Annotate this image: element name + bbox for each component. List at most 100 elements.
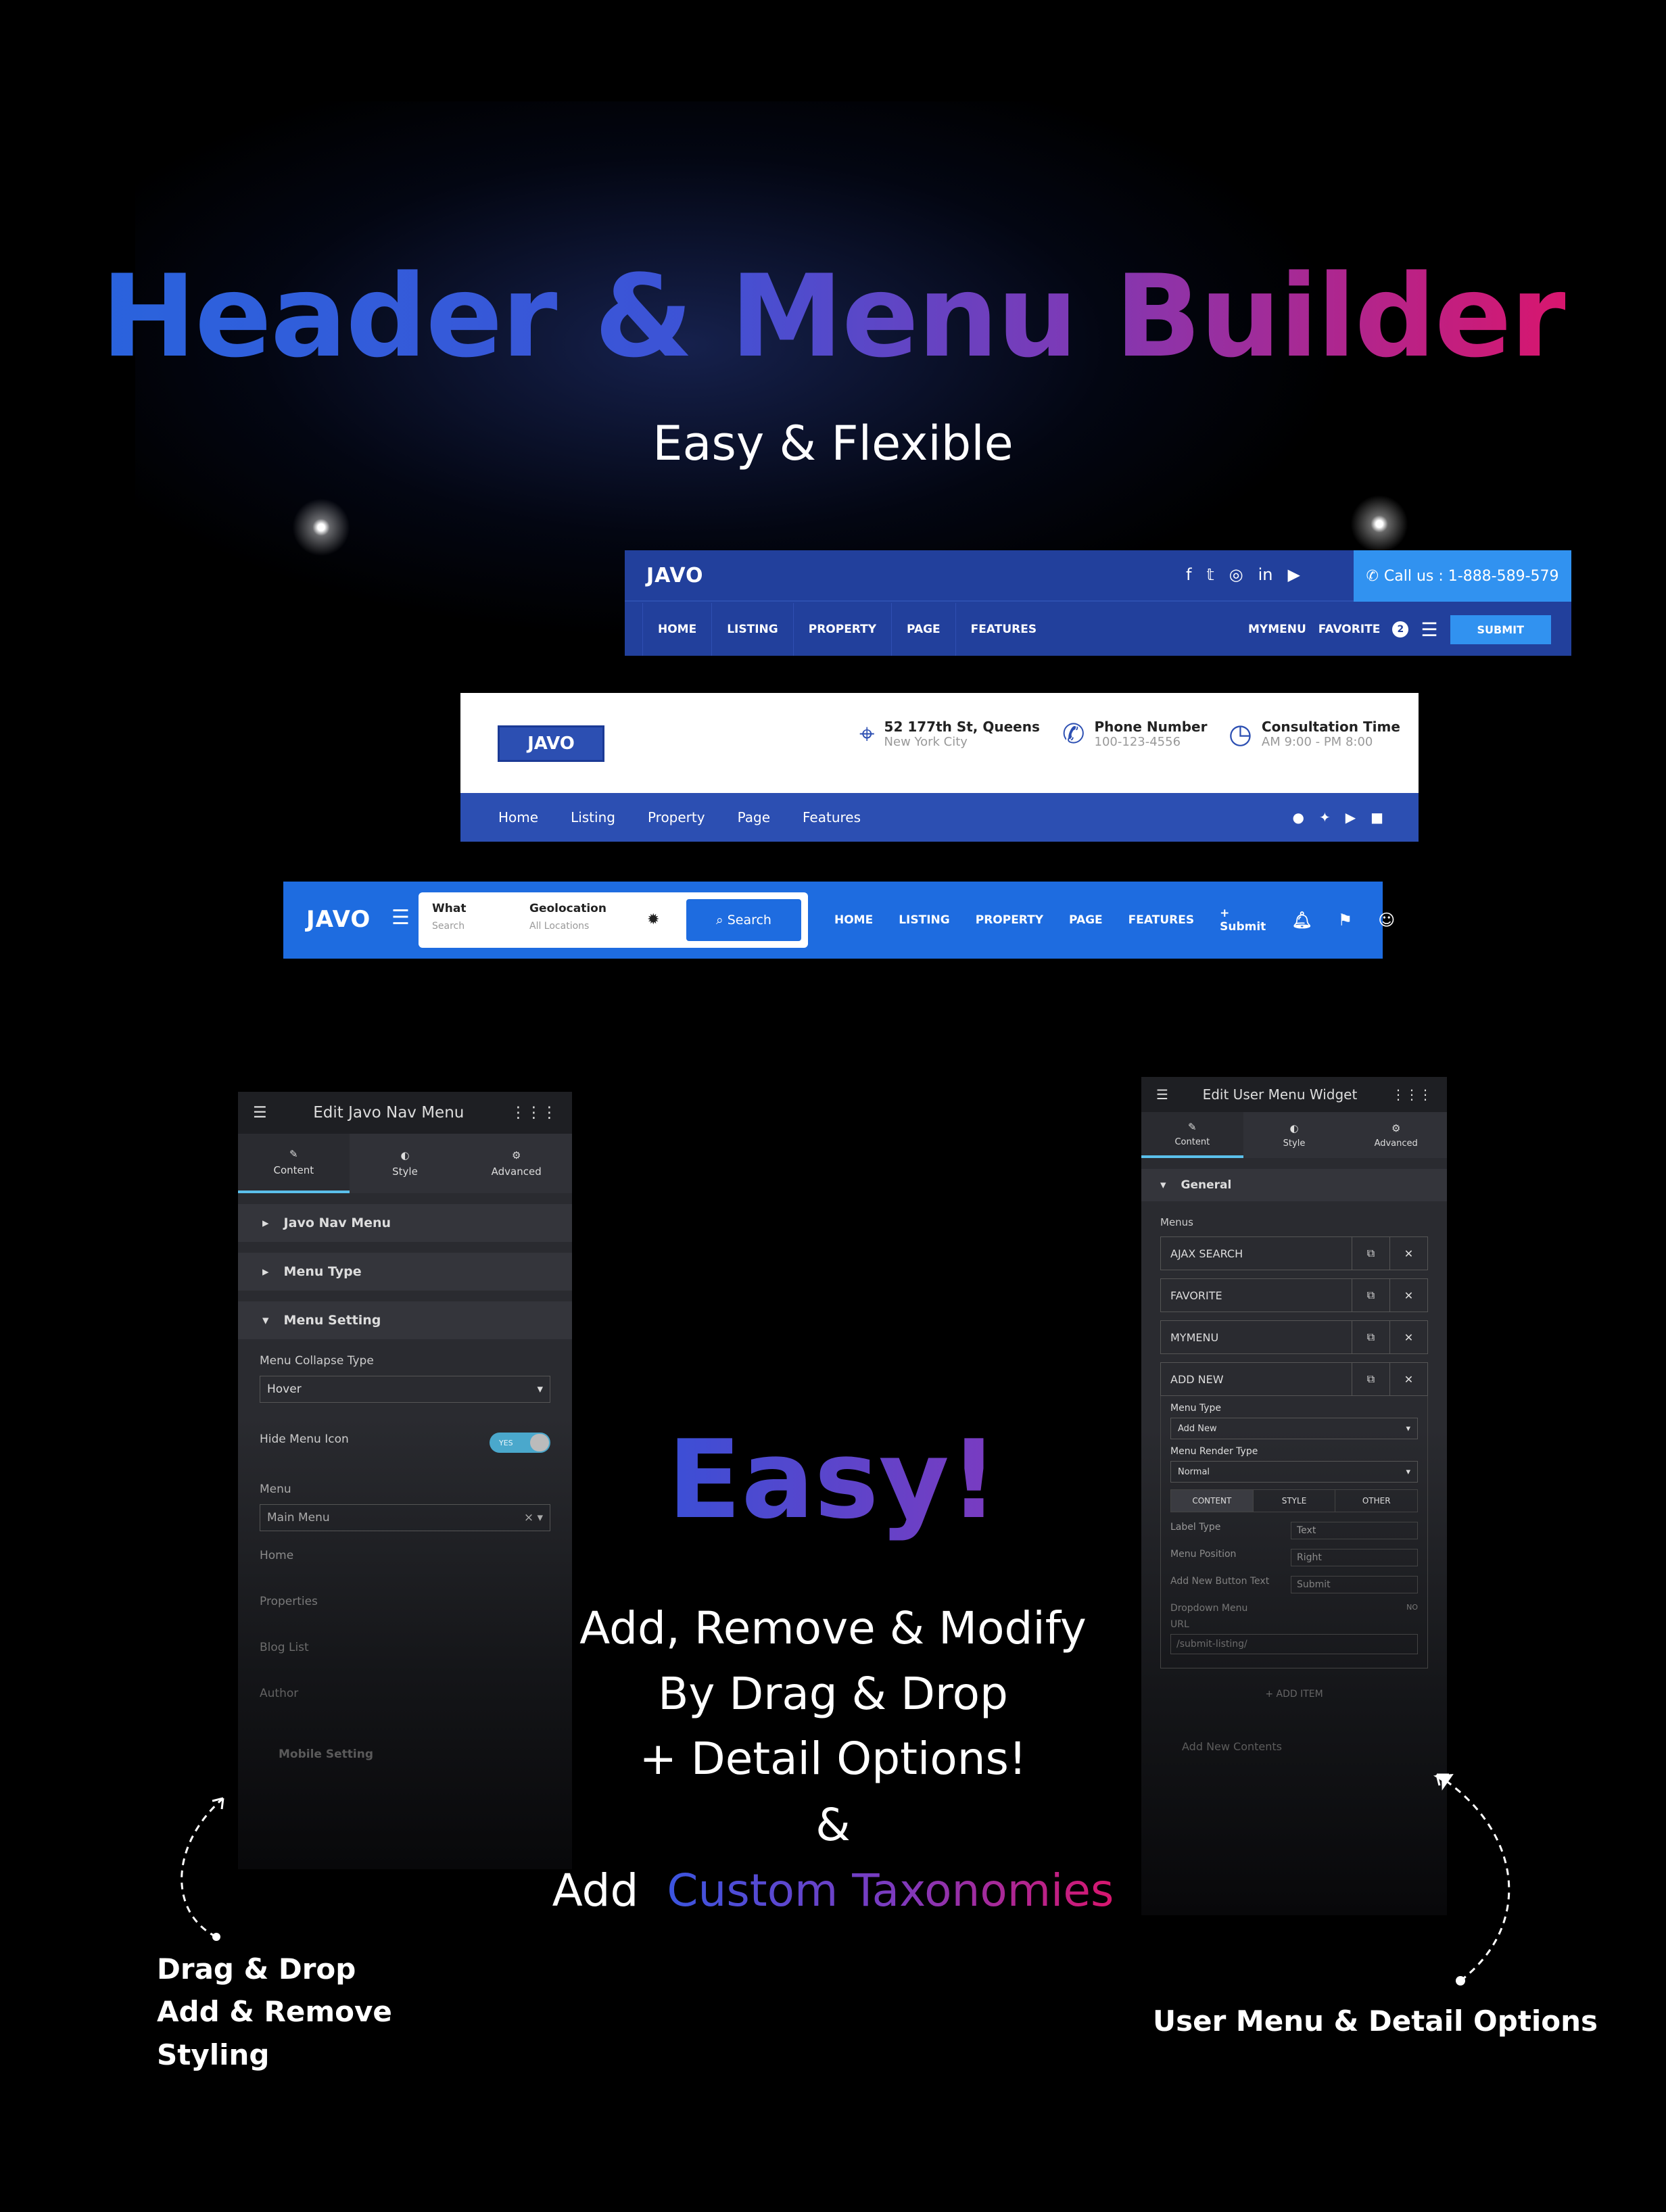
tab-style[interactable]: ◐ Style — [1243, 1112, 1346, 1158]
hero-subtitle: Easy & Flexible — [652, 416, 1014, 471]
call-us-button[interactable]: ✆ Call us : 1-888-589-579 — [1354, 550, 1571, 602]
favorite-count-badge: 2 — [1392, 621, 1409, 638]
section-general[interactable]: ▾ General — [1141, 1169, 1447, 1201]
menu-position-select[interactable]: Right — [1291, 1549, 1418, 1566]
hours-title: Consultation Time — [1261, 719, 1400, 735]
nav-listing[interactable]: LISTING — [711, 603, 793, 656]
search-button[interactable]: ⌕ Search — [686, 899, 801, 941]
location-pin-icon: ⌖ — [859, 719, 875, 750]
linkedin-icon[interactable]: in — [1258, 565, 1273, 584]
easy-heading: Easy! — [667, 1416, 999, 1543]
nav-property[interactable]: PROPERTY — [976, 913, 1043, 927]
tab-advanced[interactable]: ⚙ Advanced — [1345, 1112, 1447, 1158]
bell-icon[interactable]: 🔔︎ — [1291, 911, 1312, 930]
menu-item-mymenu[interactable]: MYMENU ⧉ ✕ — [1160, 1320, 1428, 1354]
duplicate-icon[interactable]: ⧉ — [1352, 1321, 1389, 1353]
user-icon[interactable]: ☺ — [1378, 911, 1395, 930]
search-icon: ⌕ — [716, 913, 728, 928]
arrow-icon — [1435, 1773, 1510, 1986]
tab-content[interactable]: ✎ Content — [1141, 1112, 1243, 1158]
youtube-icon[interactable]: ▶ — [1346, 809, 1356, 825]
what-field[interactable]: What Search — [432, 902, 466, 932]
nav-home[interactable]: HOME — [834, 913, 873, 927]
logo[interactable]: JAVO — [498, 725, 604, 762]
arrow-icon — [181, 1797, 224, 1941]
feature-line-3: + Detail Options! — [639, 1733, 1027, 1785]
phone-icon: ✆ — [1366, 567, 1379, 585]
nav-page[interactable]: PAGE — [891, 603, 955, 656]
twitter-icon[interactable]: 𝕥 — [1206, 565, 1214, 584]
logo[interactable]: JAVO — [306, 906, 371, 933]
nav-listing[interactable]: LISTING — [899, 913, 950, 927]
search-form: What Search Geolocation All Locations ✹ ⌕ … — [419, 892, 808, 948]
tab-advanced[interactable]: ⚙ Advanced — [460, 1134, 572, 1193]
hamburger-icon[interactable]: ☰ — [1156, 1086, 1168, 1103]
settings-icon[interactable]: ✹ — [647, 911, 659, 928]
header-preview-1: JAVO f 𝕥 ◎ in ▶ ✆ Call us : 1-888-589-579… — [625, 550, 1571, 656]
instagram-icon[interactable]: ◎ — [1229, 565, 1243, 584]
nav-property[interactable]: PROPERTY — [792, 603, 891, 656]
close-icon[interactable]: ✕ — [1389, 1321, 1427, 1353]
nav-features[interactable]: FEATURES — [955, 603, 1051, 656]
duplicate-icon[interactable]: ⧉ — [1352, 1237, 1389, 1270]
address-sub: New York City — [884, 735, 968, 749]
section-menu-setting[interactable]: ▾ Menu Setting — [238, 1301, 572, 1339]
linkedin-icon[interactable]: ■ — [1371, 809, 1383, 825]
panel-title: Edit User Menu Widget — [1202, 1086, 1358, 1103]
duplicate-icon[interactable]: ⧉ — [1352, 1363, 1389, 1395]
nav-property[interactable]: Property — [648, 809, 705, 825]
submit-button[interactable]: SUBMIT — [1450, 615, 1551, 644]
phone-number: 100-123-4556 — [1094, 735, 1181, 749]
tab-content[interactable]: ✎ Content — [238, 1134, 350, 1193]
gear-icon: ⚙ — [511, 1149, 521, 1161]
menu-type-label: Menu Type — [1170, 1403, 1222, 1414]
bookmark-icon[interactable]: ⚑ — [1338, 911, 1353, 930]
hamburger-icon[interactable]: ☰ — [253, 1104, 267, 1122]
close-icon[interactable]: ✕ — [1389, 1279, 1427, 1312]
sparkle-icon — [281, 487, 362, 568]
nav-listing[interactable]: Listing — [571, 809, 615, 825]
phone-icon: ✆ — [1062, 719, 1085, 750]
nav-home[interactable]: HOME — [642, 603, 711, 656]
menu-item-ajax-search[interactable]: AJAX SEARCH ⧉ ✕ — [1160, 1236, 1428, 1270]
left-caption-3: Styling — [157, 2038, 270, 2071]
close-icon[interactable]: ✕ — [1389, 1237, 1427, 1270]
address-title: 52 177th St, Queens — [884, 719, 1040, 735]
geolocation-select[interactable]: Geolocation All Locations — [529, 902, 606, 932]
tab-style[interactable]: ◐ Style — [350, 1134, 461, 1193]
nav-home[interactable]: Home — [498, 809, 538, 825]
left-caption-1: Drag & Drop — [157, 1952, 356, 1986]
nav-page[interactable]: Page — [738, 809, 770, 825]
collapse-type-label: Menu Collapse Type — [260, 1354, 374, 1368]
facebook-icon[interactable]: ● — [1292, 809, 1304, 825]
grid-icon[interactable]: ⋮⋮⋮ — [510, 1104, 557, 1122]
section-javo-nav-menu[interactable]: ▸ Javo Nav Menu — [238, 1204, 572, 1242]
submit-link[interactable]: + Submit — [1220, 907, 1266, 934]
grid-icon[interactable]: ⋮⋮⋮ — [1391, 1086, 1432, 1103]
menu-position-label: Menu Position — [1170, 1549, 1237, 1560]
hamburger-icon[interactable]: ☰ — [391, 906, 410, 930]
twitter-icon[interactable]: ✦ — [1319, 809, 1331, 825]
favorite-link[interactable]: FAVORITE — [1318, 623, 1381, 636]
nav-features[interactable]: FEATURES — [1128, 913, 1194, 927]
nav-features[interactable]: Features — [803, 809, 861, 825]
button-text-input[interactable]: Submit — [1291, 1576, 1418, 1593]
duplicate-icon[interactable]: ⧉ — [1352, 1279, 1389, 1312]
hamburger-icon[interactable]: ☰ — [1421, 619, 1437, 641]
menu-item-home[interactable]: Home — [238, 1549, 572, 1562]
right-caption: User Menu & Detail Options — [1153, 2004, 1598, 2038]
panel-title: Edit Javo Nav Menu — [313, 1104, 465, 1122]
youtube-icon[interactable]: ▶ — [1287, 565, 1300, 584]
section-menu-type[interactable]: ▸ Menu Type — [238, 1253, 572, 1291]
menu-item-add-new[interactable]: ADD NEW ⧉ ✕ — [1160, 1362, 1428, 1396]
mymenu-link[interactable]: MYMENU — [1248, 623, 1306, 636]
nav-page[interactable]: PAGE — [1069, 913, 1103, 927]
facebook-icon[interactable]: f — [1186, 565, 1191, 584]
button-text-label: Add New Button Text — [1170, 1576, 1270, 1587]
left-caption-2: Add & Remove — [157, 1995, 392, 2028]
collapse-type-select[interactable]: Hover ▾ — [260, 1376, 550, 1403]
menu-item-favorite[interactable]: FAVORITE ⧉ ✕ — [1160, 1278, 1428, 1312]
contrast-icon: ◐ — [1289, 1122, 1299, 1134]
close-icon[interactable]: ✕ — [1389, 1363, 1427, 1395]
logo[interactable]: JAVO — [646, 564, 704, 587]
